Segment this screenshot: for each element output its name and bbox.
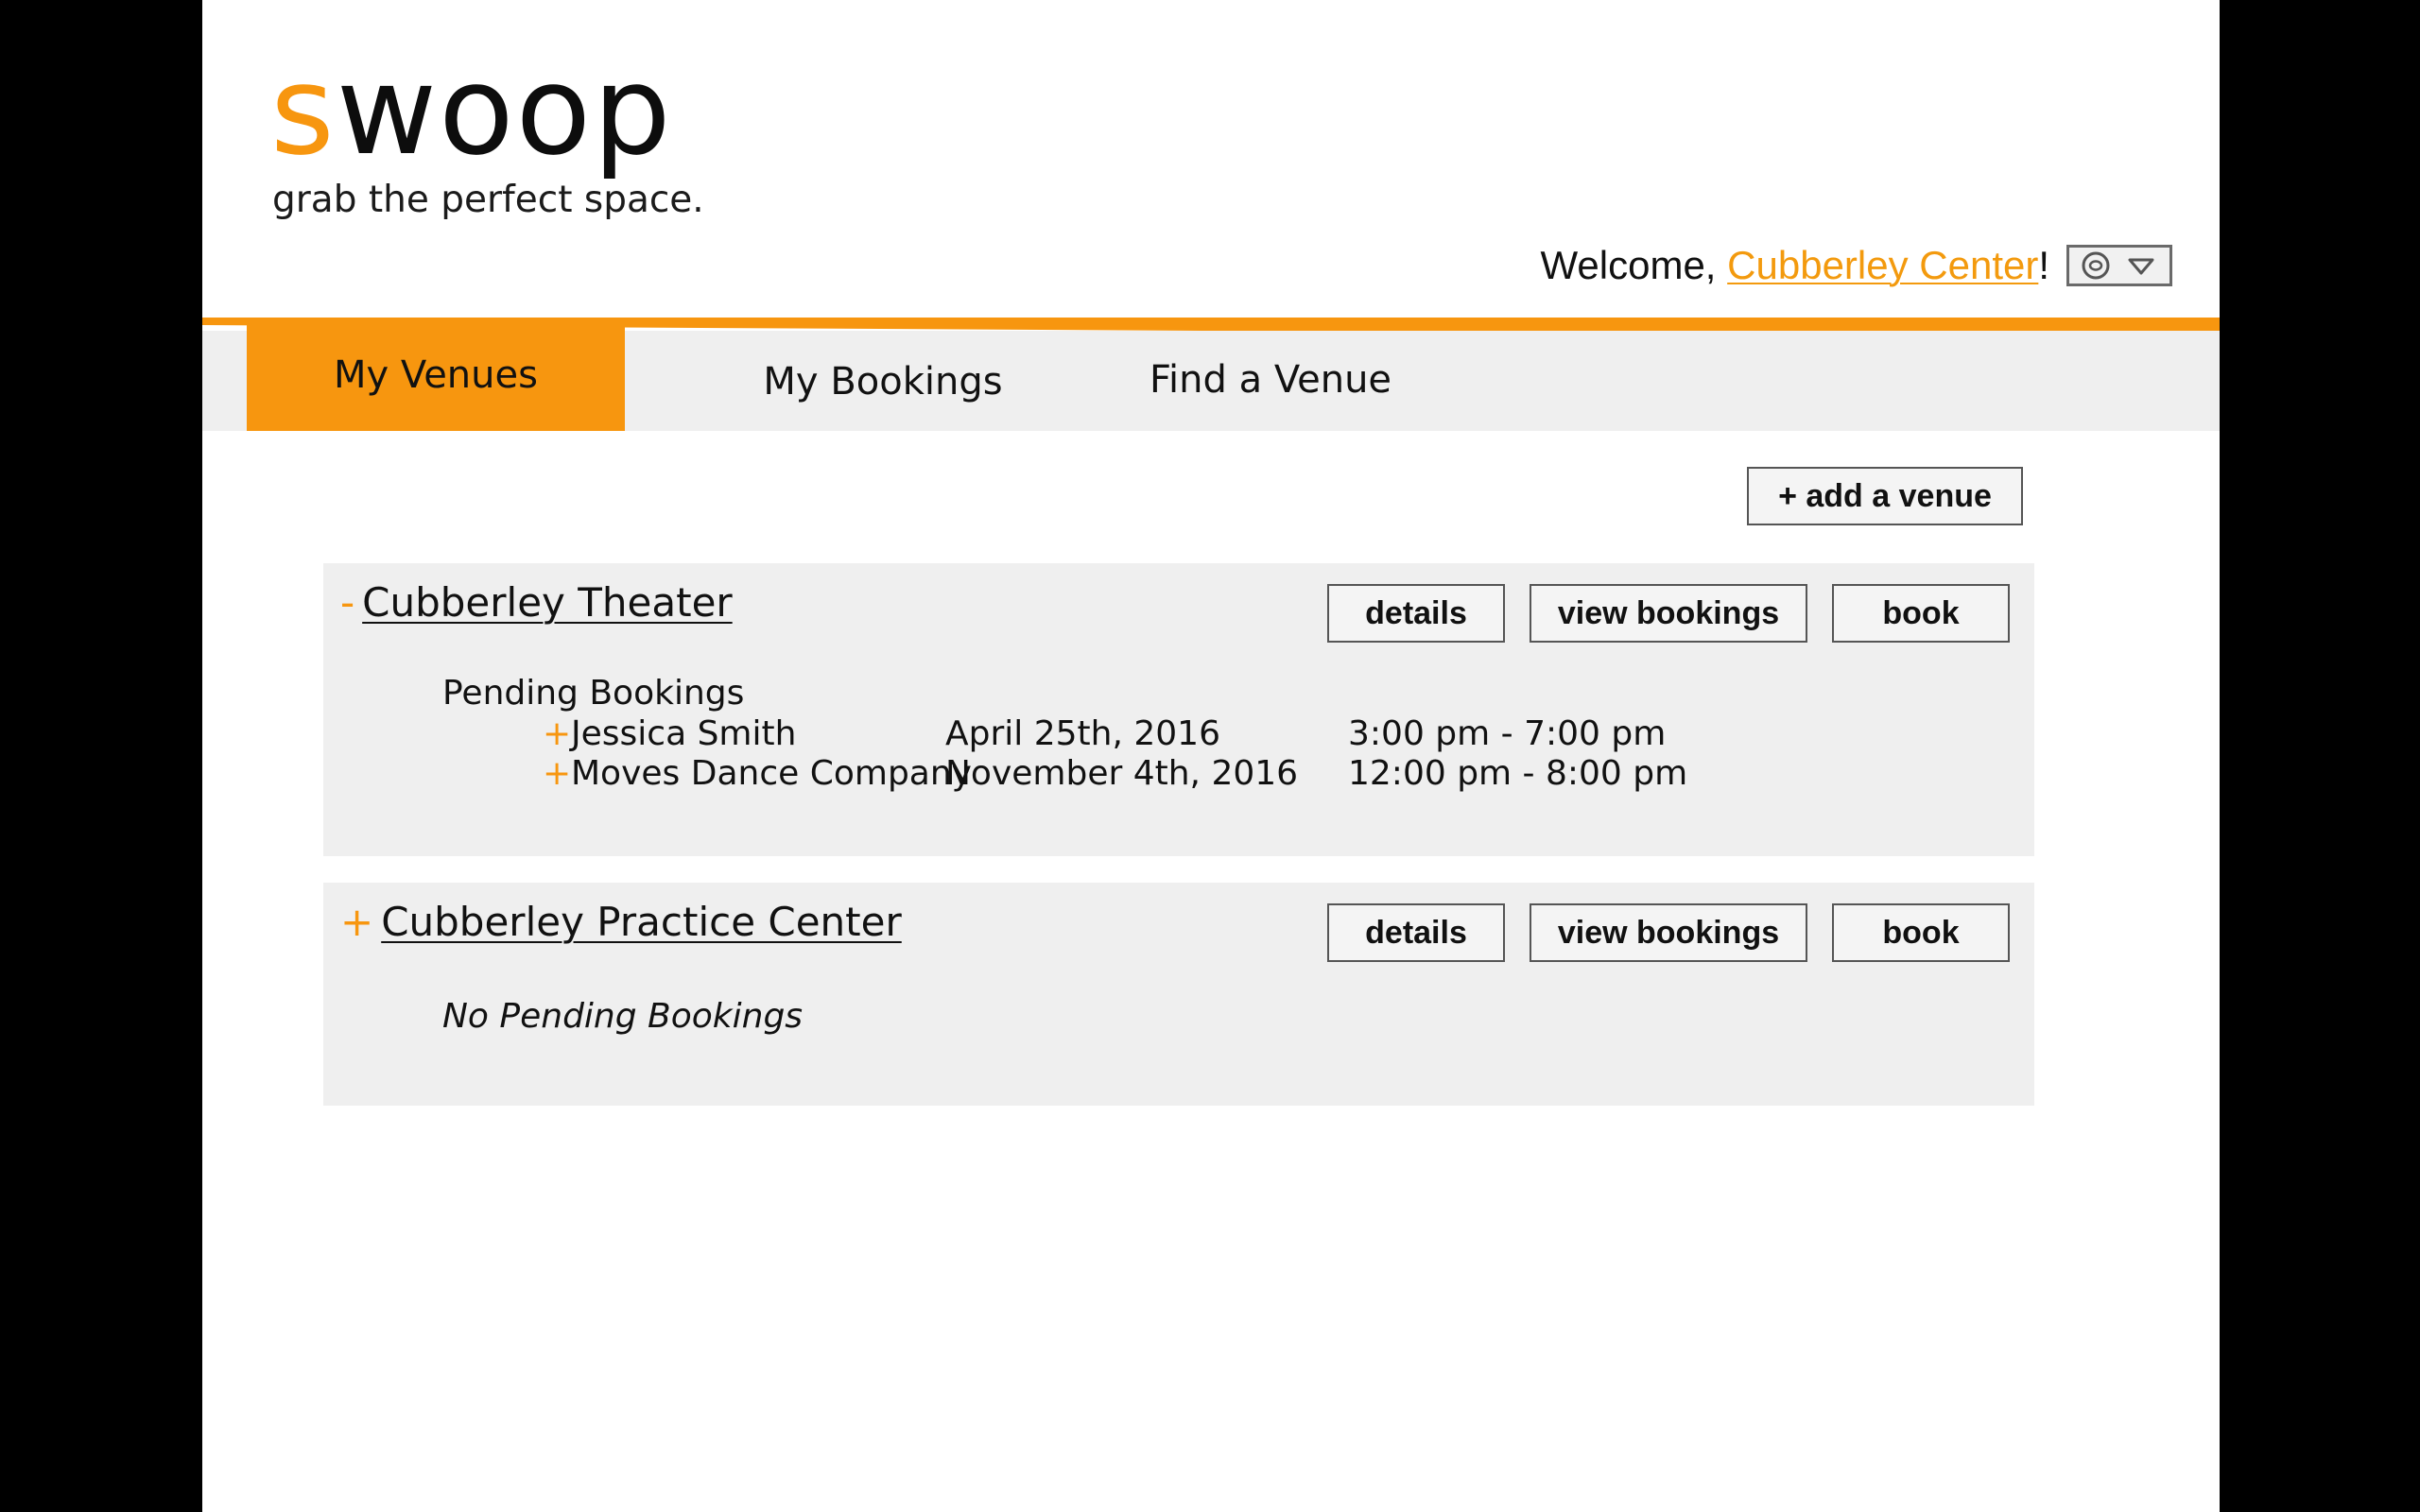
tab-find-a-venue[interactable]: Find a Venue — [1100, 331, 1441, 431]
dropdown-triangle-icon — [2128, 258, 2154, 275]
no-pending-bookings-message: No Pending Bookings — [442, 997, 804, 1036]
welcome-suffix: ! — [2038, 243, 2049, 287]
account-menu-icons — [2082, 251, 2154, 280]
booking-name: Jessica Smith — [571, 714, 797, 753]
booking-date: November 4th, 2016 — [945, 754, 1299, 793]
view-bookings-button[interactable]: view bookings — [1530, 903, 1807, 962]
tagline: grab the perfect space. — [272, 179, 704, 221]
add-venue-button[interactable]: + add a venue — [1747, 467, 2023, 525]
user-name-link[interactable]: Cubberley Center — [1727, 243, 2038, 287]
venue-name-link[interactable]: Cubberley Theater — [362, 579, 733, 626]
book-button[interactable]: book — [1832, 584, 2010, 643]
swoop-logo[interactable]: swoop — [270, 49, 673, 172]
collapse-toggle[interactable]: - — [340, 579, 354, 626]
tab-my-bookings[interactable]: My Bookings — [713, 331, 1053, 431]
venue-panel: + Cubberley Practice Center details view … — [323, 883, 2034, 1106]
details-button[interactable]: details — [1327, 584, 1505, 643]
booking-time: 12:00 pm - 8:00 pm — [1348, 754, 1688, 793]
details-button[interactable]: details — [1327, 903, 1505, 962]
account-menu-button[interactable] — [2066, 245, 2172, 286]
venue-header: - Cubberley Theater — [340, 578, 733, 627]
logo-first-letter: s — [270, 39, 337, 182]
booking-row: + Jessica Smith April 25th, 2016 3:00 pm… — [323, 714, 2034, 754]
venue-header: + Cubberley Practice Center — [340, 898, 902, 947]
booking-date: April 25th, 2016 — [945, 714, 1220, 753]
main-nav: My Venues My Bookings Find a Venue — [202, 325, 2220, 431]
welcome-message: Welcome, Cubberley Center! — [1541, 240, 2049, 291]
expand-booking-toggle[interactable]: + — [543, 754, 571, 794]
page: swoop grab the perfect space. Welcome, C… — [202, 0, 2220, 1512]
settings-circle-icon — [2082, 251, 2110, 280]
tab-my-venues[interactable]: My Venues — [247, 325, 625, 431]
view-bookings-button[interactable]: view bookings — [1530, 584, 1807, 643]
booking-name: Moves Dance Company — [571, 754, 972, 793]
pending-bookings-title: Pending Bookings — [442, 674, 745, 713]
venue-panel: - Cubberley Theater details view bookings… — [323, 563, 2034, 856]
expand-toggle[interactable]: + — [340, 899, 373, 945]
welcome-prefix: Welcome, — [1540, 243, 1728, 287]
book-button[interactable]: book — [1832, 903, 2010, 962]
expand-booking-toggle[interactable]: + — [543, 714, 571, 754]
venue-name-link[interactable]: Cubberley Practice Center — [381, 899, 902, 945]
booking-time: 3:00 pm - 7:00 pm — [1348, 714, 1667, 753]
booking-row: + Moves Dance Company November 4th, 2016… — [323, 754, 2034, 794]
logo-rest: woop — [336, 39, 673, 182]
